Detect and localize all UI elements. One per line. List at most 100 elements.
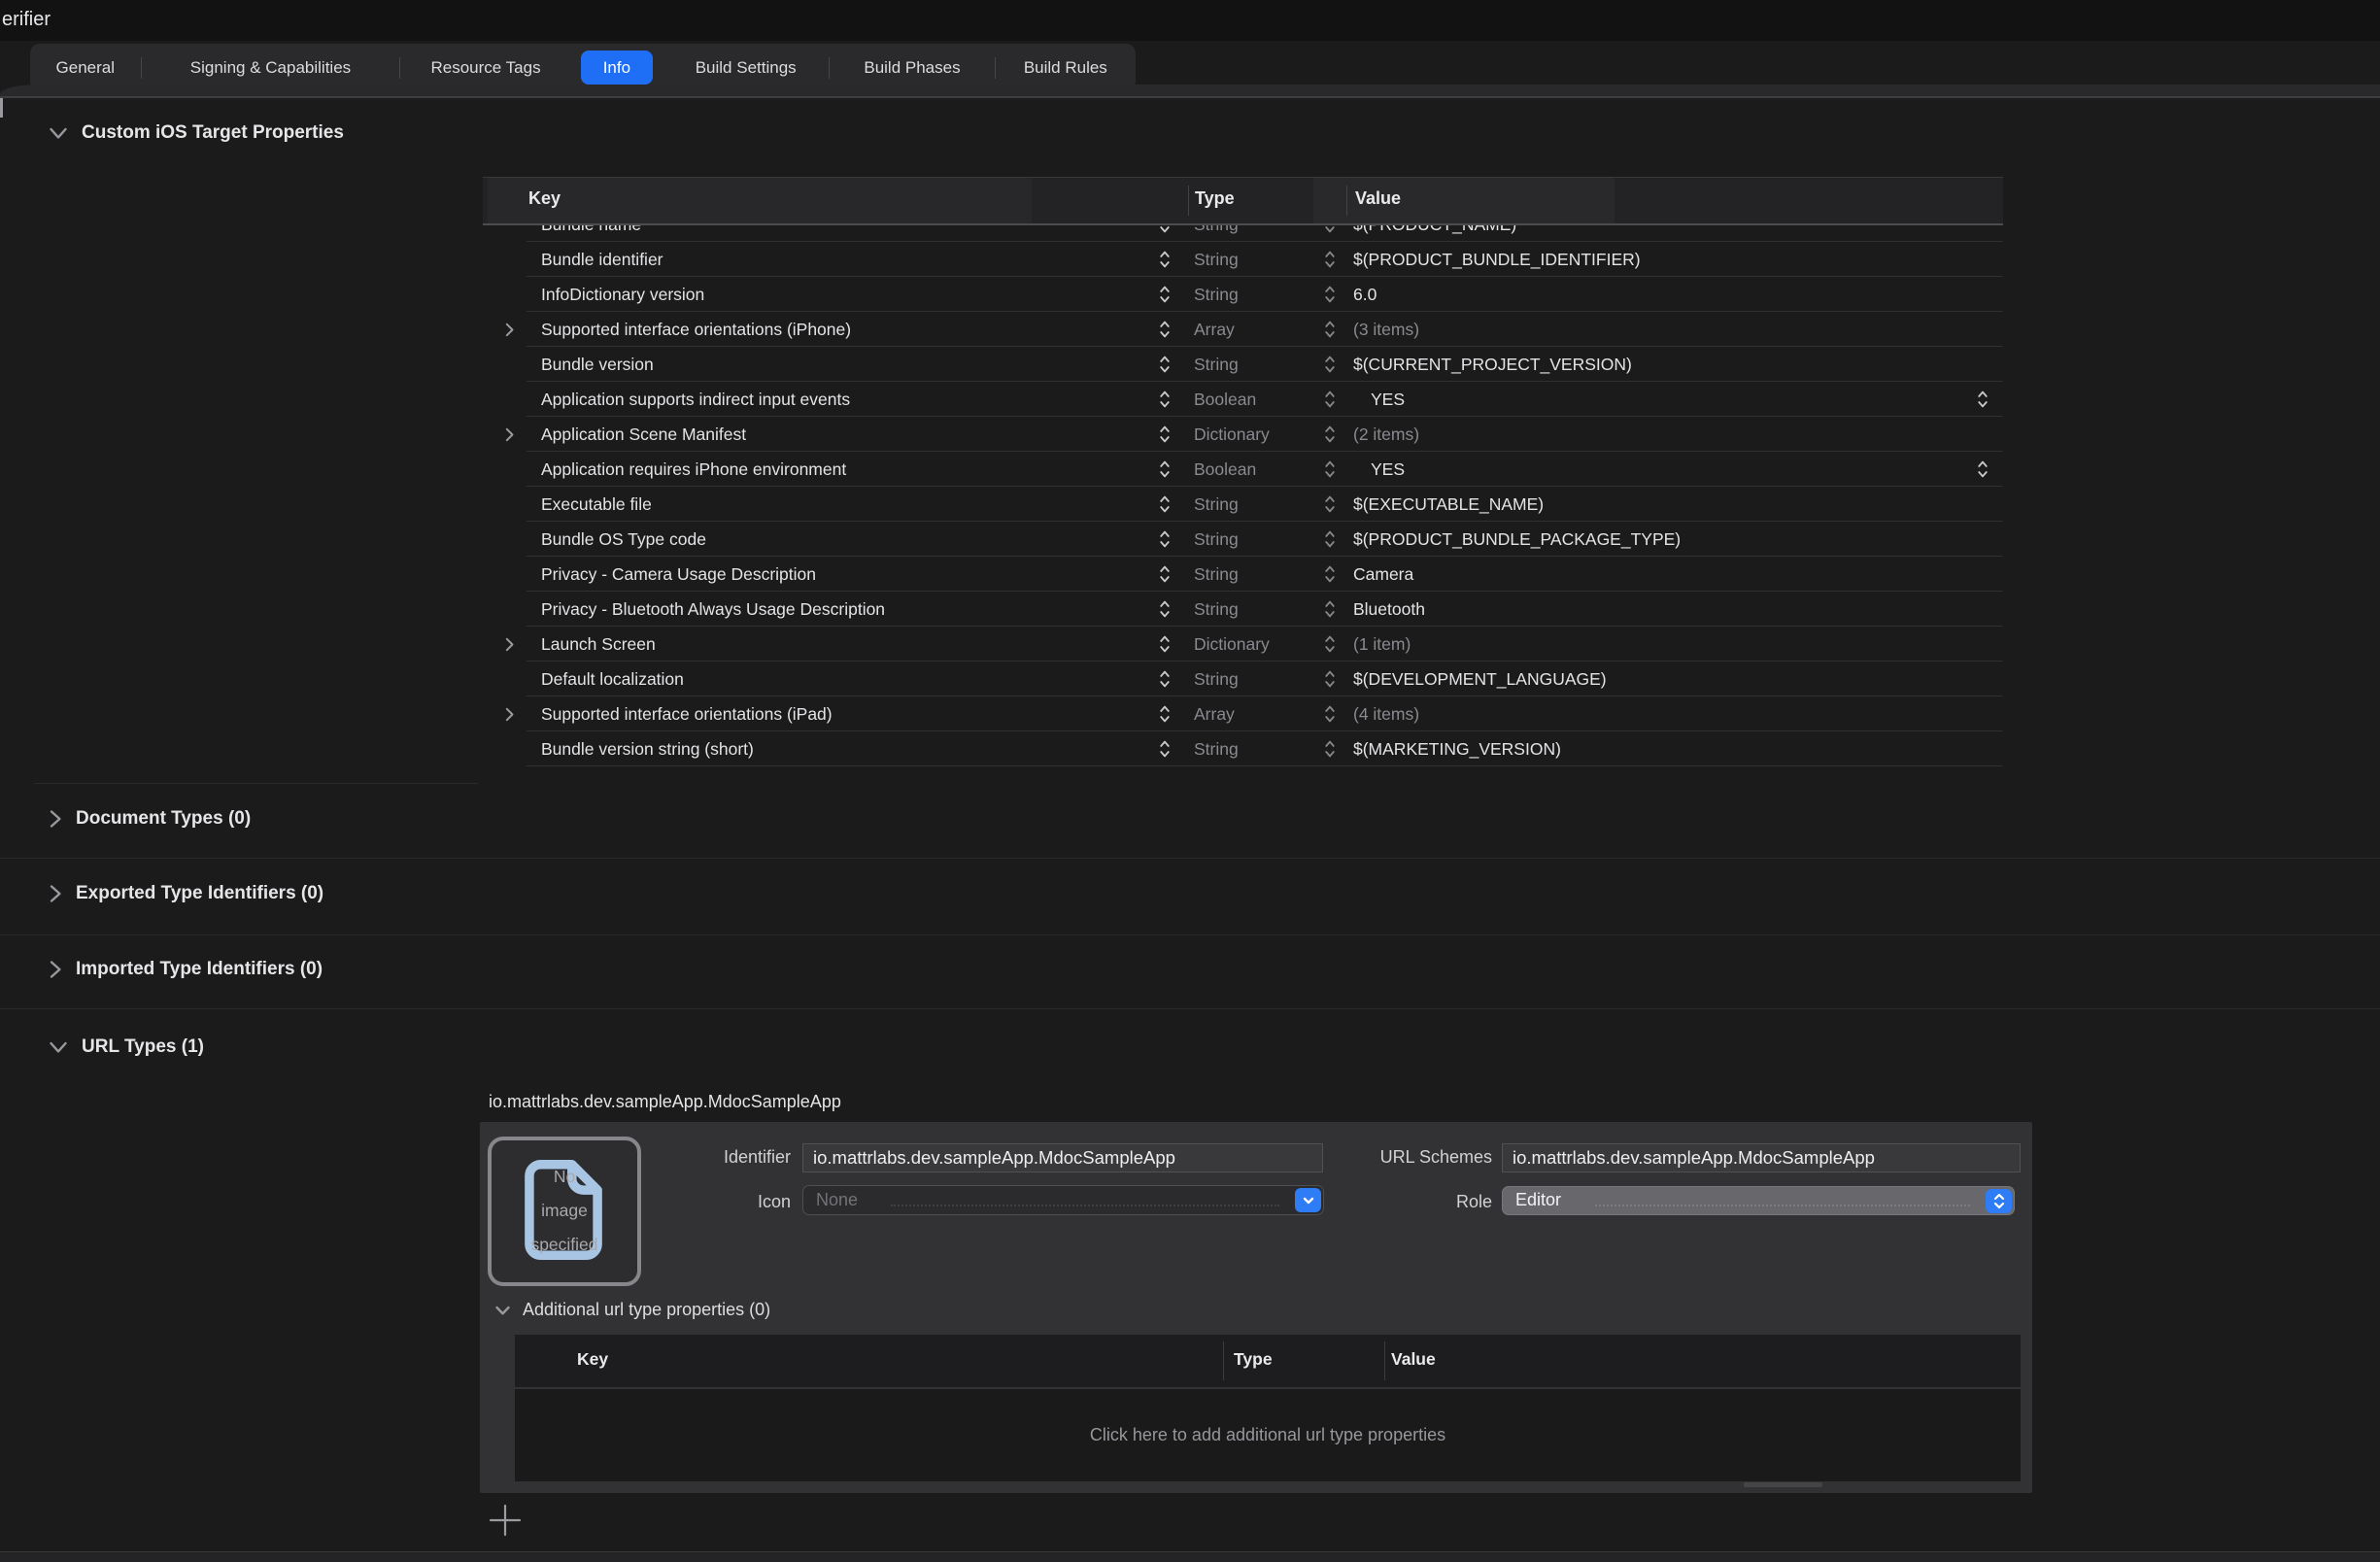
disclosure-chevron-icon[interactable]	[504, 426, 515, 448]
property-row[interactable]: Application Scene ManifestDictionary(2 i…	[483, 417, 2003, 452]
property-key[interactable]: Bundle version string (short)	[541, 739, 754, 760]
type-stepper-icon[interactable]	[1324, 423, 1336, 451]
key-stepper-icon[interactable]	[1159, 667, 1171, 696]
property-value[interactable]: $(PRODUCT_BUNDLE_IDENTIFIER)	[1353, 250, 1641, 270]
chevron-down-icon[interactable]	[49, 126, 68, 140]
type-stepper-icon[interactable]	[1324, 527, 1336, 556]
property-key[interactable]: Bundle name	[541, 225, 641, 235]
property-row[interactable]: Application supports indirect input even…	[483, 382, 2003, 417]
key-stepper-icon[interactable]	[1159, 562, 1171, 591]
add-url-type-button[interactable]	[489, 1504, 522, 1537]
property-type[interactable]: String	[1194, 494, 1239, 515]
key-stepper-icon[interactable]	[1159, 423, 1171, 451]
property-type[interactable]: String	[1194, 225, 1239, 235]
property-type[interactable]: String	[1194, 285, 1239, 305]
type-stepper-icon[interactable]	[1324, 388, 1336, 416]
property-type[interactable]: String	[1194, 250, 1239, 270]
url-schemes-field[interactable]: io.mattrlabs.dev.sampleApp.MdocSampleApp	[1502, 1143, 2021, 1172]
property-row[interactable]: Bundle versionString$(CURRENT_PROJECT_VE…	[483, 347, 2003, 382]
column-separator[interactable]	[1223, 1341, 1224, 1380]
section-document-types[interactable]: Document Types (0)	[49, 808, 251, 830]
key-stepper-icon[interactable]	[1159, 353, 1171, 381]
property-type[interactable]: String	[1194, 529, 1239, 550]
property-row[interactable]: Bundle identifierString$(PRODUCT_BUNDLE_…	[483, 242, 2003, 277]
type-stepper-icon[interactable]	[1324, 225, 1336, 241]
property-type[interactable]: String	[1194, 739, 1239, 760]
property-row[interactable]: Bundle name String $(PRODUCT_NAME)	[483, 225, 2003, 242]
key-stepper-icon[interactable]	[1159, 702, 1171, 730]
property-type[interactable]: Array	[1194, 704, 1235, 725]
disclosure-chevron-icon[interactable]	[504, 322, 515, 343]
property-type[interactable]: Boolean	[1194, 459, 1256, 480]
key-stepper-icon[interactable]	[1159, 318, 1171, 346]
property-type[interactable]: Array	[1194, 320, 1235, 340]
type-stepper-icon[interactable]	[1324, 632, 1336, 661]
property-key[interactable]: Application Scene Manifest	[541, 424, 746, 445]
chevron-right-icon[interactable]	[49, 960, 62, 979]
disclosure-chevron-icon[interactable]	[504, 636, 515, 658]
chevron-right-icon[interactable]	[49, 809, 62, 829]
property-value[interactable]: $(CURRENT_PROJECT_VERSION)	[1353, 355, 1632, 375]
property-row[interactable]: Privacy - Bluetooth Always Usage Descrip…	[483, 592, 2003, 627]
icon-combo-box[interactable]: None	[802, 1185, 1324, 1215]
property-key[interactable]: Executable file	[541, 494, 652, 515]
type-stepper-icon[interactable]	[1324, 597, 1336, 626]
section-custom-ios-target-properties[interactable]: Custom iOS Target Properties	[49, 122, 344, 144]
type-stepper-icon[interactable]	[1324, 737, 1336, 765]
additional-properties-empty-area[interactable]: Click here to add additional url type pr…	[515, 1389, 2021, 1481]
section-imported-type-identifiers[interactable]: Imported Type Identifiers (0)	[49, 959, 323, 980]
property-key[interactable]: Bundle OS Type code	[541, 529, 706, 550]
property-row[interactable]: Privacy - Camera Usage Description String…	[483, 557, 2003, 592]
property-key[interactable]: InfoDictionary version	[541, 285, 704, 305]
section-url-types[interactable]: URL Types (1)	[49, 1036, 204, 1058]
property-type[interactable]: String	[1194, 669, 1239, 690]
tab-info[interactable]: Info	[581, 51, 653, 85]
property-value[interactable]: $(PRODUCT_NAME)	[1353, 225, 1516, 235]
type-stepper-icon[interactable]	[1324, 492, 1336, 521]
property-row[interactable]: Application requires iPhone environment B…	[483, 452, 2003, 487]
property-value[interactable]: $(MARKETING_VERSION)	[1353, 739, 1561, 760]
property-type[interactable]: String	[1194, 564, 1239, 585]
property-value[interactable]: $(DEVELOPMENT_LANGUAGE)	[1353, 669, 1607, 690]
property-key[interactable]: Default localization	[541, 669, 684, 690]
column-separator[interactable]	[1188, 186, 1189, 216]
property-type[interactable]: Dictionary	[1194, 424, 1270, 445]
type-stepper-icon[interactable]	[1324, 667, 1336, 696]
column-separator[interactable]	[1384, 1341, 1385, 1380]
key-stepper-icon[interactable]	[1159, 248, 1171, 276]
chevron-right-icon[interactable]	[49, 884, 62, 903]
property-value[interactable]: (3 items)	[1353, 320, 1419, 340]
property-row[interactable]: Supported interface orientations (iPhone…	[483, 312, 2003, 347]
key-stepper-icon[interactable]	[1159, 597, 1171, 626]
property-row[interactable]: Bundle OS Type code String $(PRODUCT_BUNDL…	[483, 522, 2003, 557]
property-type[interactable]: String	[1194, 599, 1239, 620]
property-value[interactable]: YES	[1371, 459, 1405, 480]
identifier-field[interactable]: io.mattrlabs.dev.sampleApp.MdocSampleApp	[802, 1143, 1323, 1172]
key-stepper-icon[interactable]	[1159, 737, 1171, 765]
value-stepper-icon[interactable]	[1977, 388, 1989, 416]
property-type[interactable]: Dictionary	[1194, 634, 1270, 655]
property-key[interactable]: Application requires iPhone environment	[541, 459, 846, 480]
type-stepper-icon[interactable]	[1324, 702, 1336, 730]
section-exported-type-identifiers[interactable]: Exported Type Identifiers (0)	[49, 883, 323, 904]
key-stepper-icon[interactable]	[1159, 632, 1171, 661]
disclosure-chevron-icon[interactable]	[504, 706, 515, 728]
property-row[interactable]: Launch ScreenDictionary(1 item)	[483, 627, 2003, 662]
property-value[interactable]: $(PRODUCT_BUNDLE_PACKAGE_TYPE)	[1353, 529, 1681, 550]
key-stepper-icon[interactable]	[1159, 458, 1171, 486]
horizontal-scrollbar[interactable]	[1744, 1482, 1822, 1487]
value-stepper-icon[interactable]	[1977, 458, 1989, 486]
property-key[interactable]: Application supports indirect input even…	[541, 390, 850, 410]
property-value[interactable]: Camera	[1353, 564, 1413, 585]
property-key[interactable]: Privacy - Camera Usage Description	[541, 564, 816, 585]
popup-updown-button[interactable]	[1986, 1189, 2012, 1213]
type-stepper-icon[interactable]	[1324, 562, 1336, 591]
chevron-down-icon[interactable]	[49, 1040, 68, 1054]
property-value[interactable]: YES	[1371, 390, 1405, 410]
type-stepper-icon[interactable]	[1324, 283, 1336, 311]
property-type[interactable]: Boolean	[1194, 390, 1256, 410]
key-stepper-icon[interactable]	[1159, 492, 1171, 521]
type-stepper-icon[interactable]	[1324, 458, 1336, 486]
property-row[interactable]: Supported interface orientations (iPad)A…	[483, 696, 2003, 731]
property-value[interactable]: $(EXECUTABLE_NAME)	[1353, 494, 1544, 515]
